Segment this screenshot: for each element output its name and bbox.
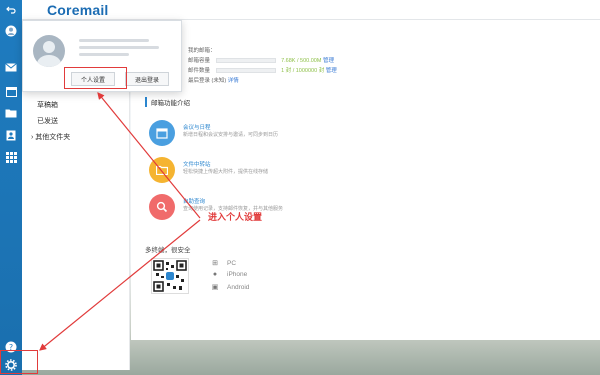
folder-other-label: 其他文件夹 (35, 134, 71, 141)
feature-title: 自助查询 (183, 199, 206, 205)
account-extra-blurred (79, 53, 129, 56)
brand-logo: Coremail (47, 2, 109, 18)
platform-label: iPhone (227, 271, 248, 278)
folder-icon (149, 157, 175, 183)
login-detail-link[interactable]: 详情 (228, 78, 239, 84)
multi-device-title: 多终端，很安全 (145, 247, 191, 254)
files-manage-link[interactable]: 管理 (326, 68, 337, 74)
calendar-icon[interactable] (3, 84, 19, 98)
platform-pc: ⊞ PC (211, 259, 237, 268)
feature-title: 文件中转站 (183, 162, 211, 168)
files-row: 邮件数量 1 封 / 1000000 封 管理 (188, 66, 337, 74)
files-label: 邮件数量 (188, 68, 211, 74)
capacity-manage-link[interactable]: 管理 (323, 58, 334, 64)
highlight-settings-button (64, 67, 127, 89)
files-value: 1 封 / 1000000 封 (281, 68, 325, 74)
expand-arrow-icon: › (31, 134, 34, 141)
platform-label: PC (227, 259, 237, 267)
login-value: (未知) (211, 78, 227, 84)
apple-icon: ● (212, 271, 218, 278)
calendar-icon (149, 120, 175, 146)
feature-title: 会议与日程 (183, 125, 211, 131)
folder-icon[interactable] (3, 106, 19, 120)
account-email-blurred (79, 46, 159, 49)
contacts-icon[interactable] (3, 128, 19, 142)
windows-icon: ⊞ (212, 260, 218, 267)
platform-iphone: ● iPhone (211, 271, 247, 278)
mail-icon[interactable] (3, 60, 19, 74)
feature-file-transfer[interactable]: 文件中转站 轻松快捷上传超大附件，提供在线存储 (149, 157, 349, 189)
files-bar (215, 68, 276, 74)
mailbox-label: 我的邮箱： (188, 48, 216, 54)
top-bar: Coremail (22, 0, 600, 20)
feature-calendar[interactable]: 会议与日程 新增日程和会议安排与邀请，可同步到日历 (149, 120, 349, 152)
folder-other[interactable]: › 其他文件夹 (31, 132, 70, 142)
folder-sent[interactable]: 已发送 (37, 116, 58, 126)
features-section-title: 邮箱功能介绍 (145, 97, 190, 107)
logout-button[interactable]: 退出登录 (125, 72, 169, 86)
mailbox-row: 我的邮箱： (188, 46, 216, 54)
feature-desc: 轻松快捷上传超大附件，提供在线存储 (183, 169, 269, 175)
android-icon: ▣ (211, 284, 219, 291)
qr-code (151, 258, 189, 294)
login-label: 最后登录 (188, 78, 211, 84)
left-nav-rail: ? (0, 0, 22, 375)
account-name-blurred (79, 39, 149, 42)
folder-drafts[interactable]: 草稿箱 (37, 100, 58, 110)
login-row: 最后登录 (未知) 详情 (188, 76, 239, 84)
capacity-bar (215, 58, 276, 64)
platform-android: ▣ Android (211, 283, 250, 292)
annotation-text: 进入个人设置 (208, 212, 263, 222)
highlight-gear-button (0, 350, 38, 374)
capacity-value: 7.68K / 500.00M (281, 58, 322, 64)
feature-desc: 新增日程和会议安排与邀请，可同步到日历 (183, 132, 279, 138)
main-panel: 我的邮箱： 邮箱容量 7.68K / 500.00M 管理 邮件数量 1 封 /… (131, 20, 600, 340)
user-avatar-icon[interactable] (3, 24, 19, 38)
apps-grid-icon[interactable] (3, 150, 19, 164)
avatar (33, 35, 65, 67)
platform-label: Android (227, 283, 250, 291)
back-icon[interactable] (3, 3, 19, 17)
capacity-row: 邮箱容量 7.68K / 500.00M 管理 (188, 56, 334, 64)
capacity-label: 邮箱容量 (188, 58, 211, 64)
search-icon (149, 194, 175, 220)
